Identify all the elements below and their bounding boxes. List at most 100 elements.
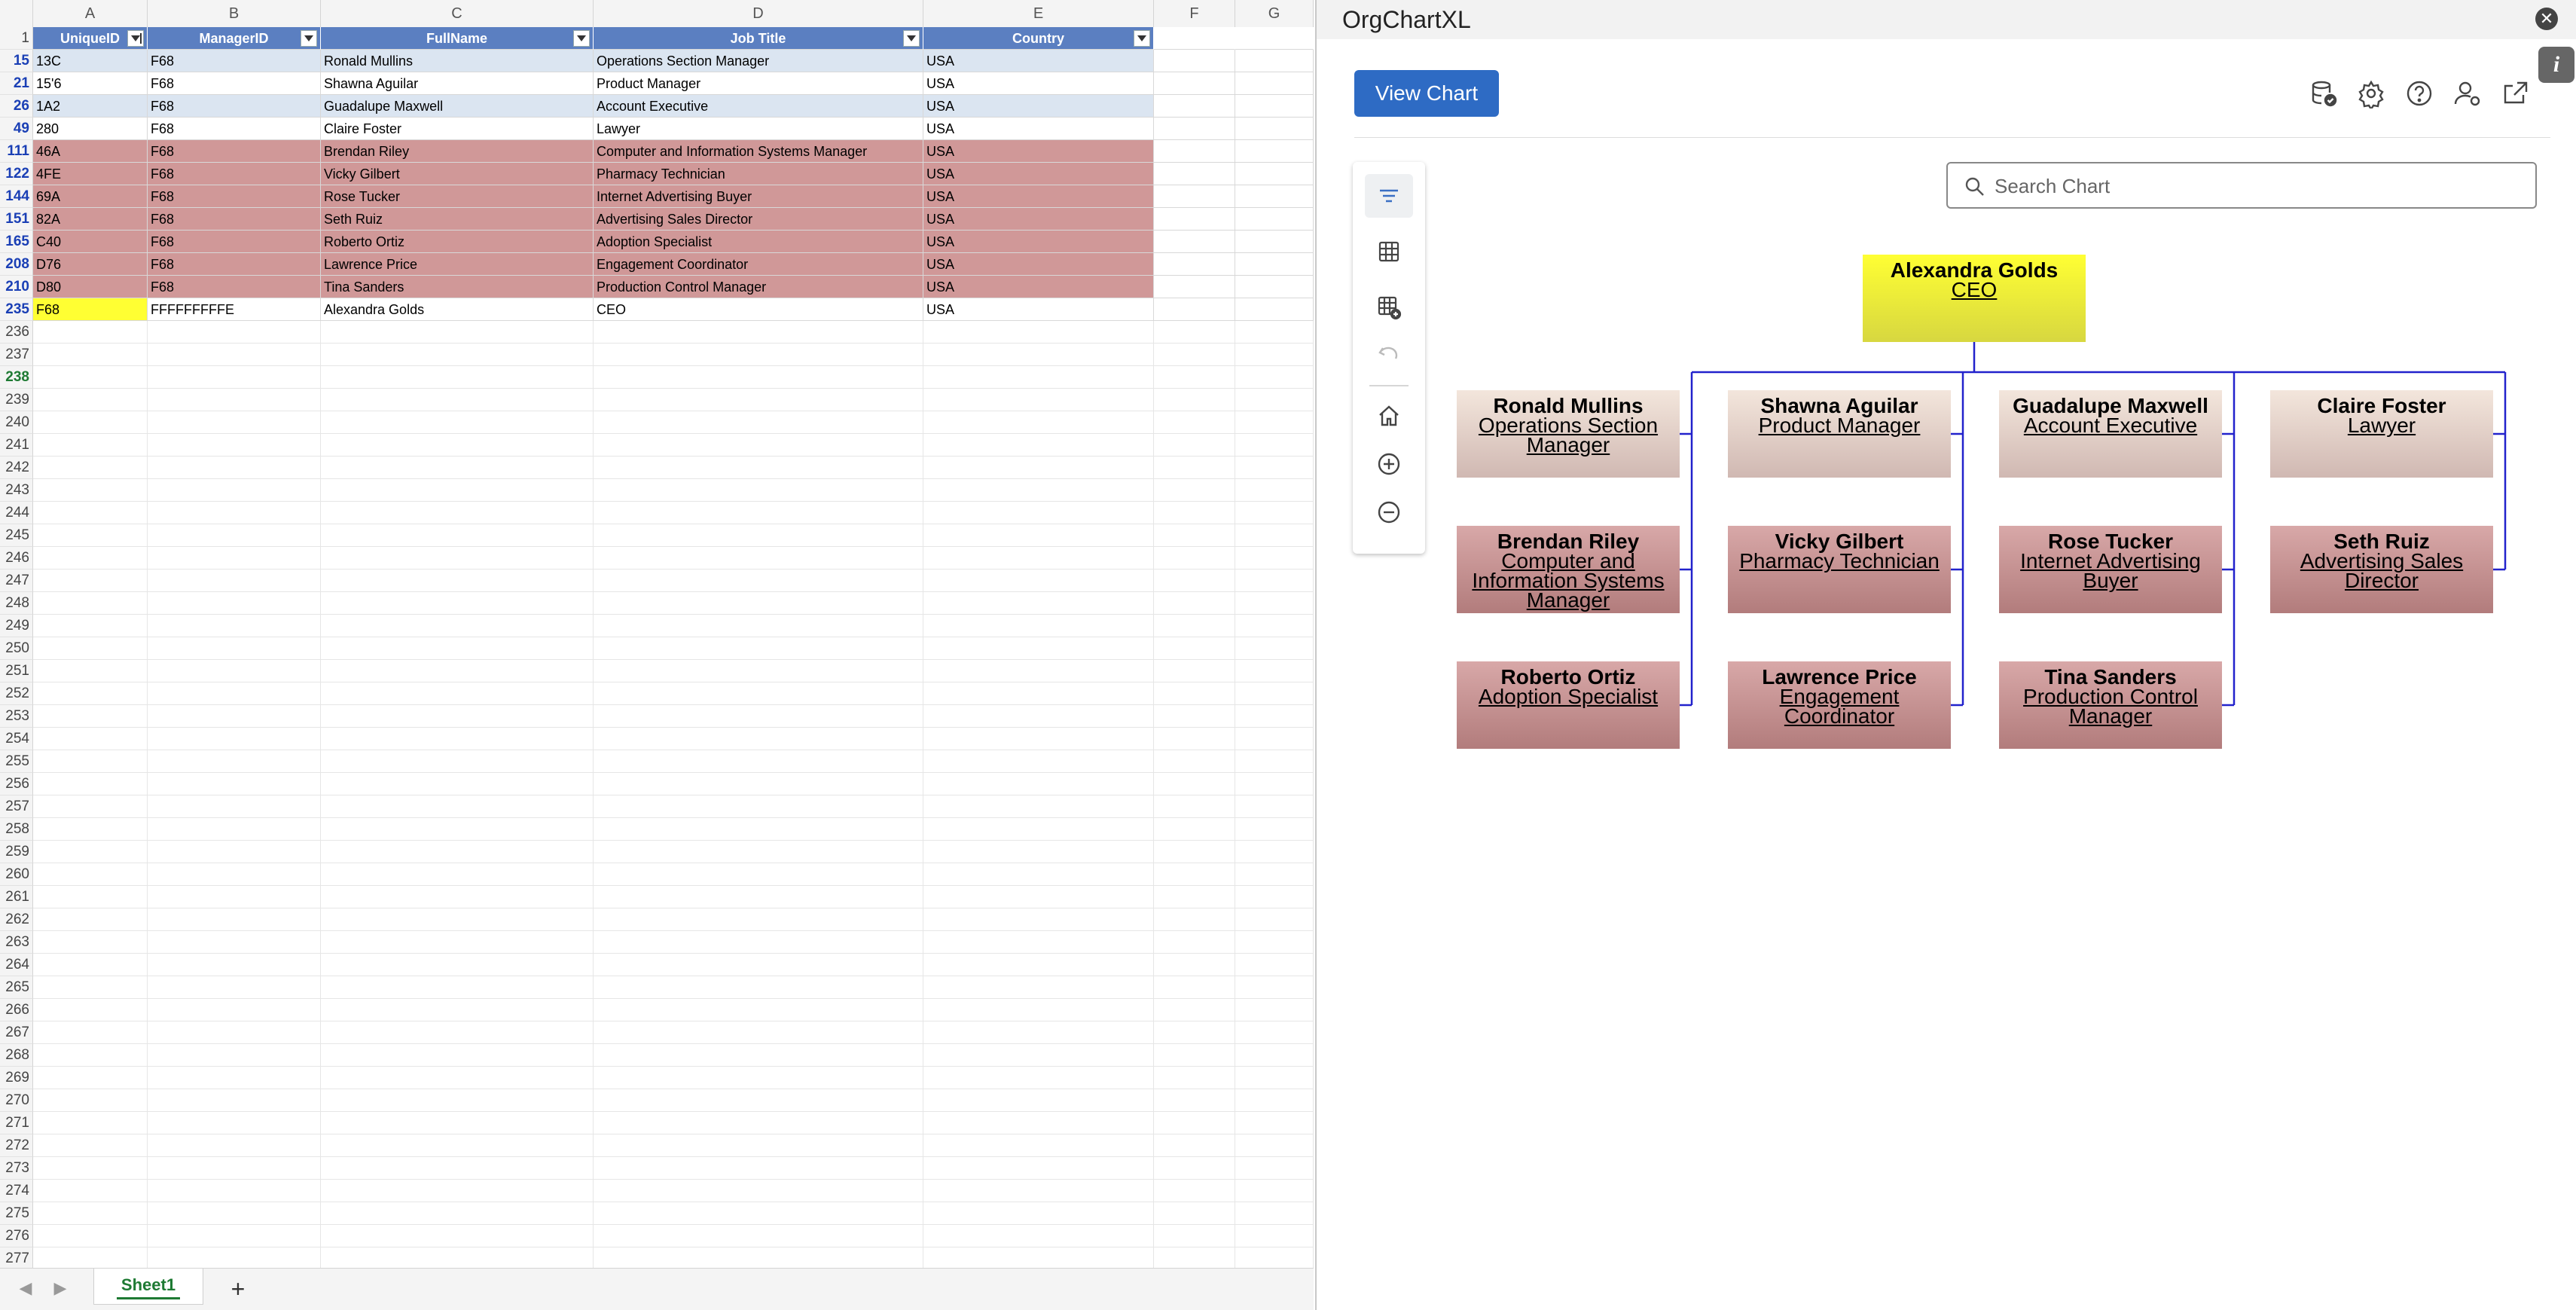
row-number[interactable]: 271 (0, 1112, 33, 1134)
row-number[interactable]: 244 (0, 502, 33, 524)
info-button[interactable]: i (2538, 47, 2574, 83)
cell[interactable] (594, 547, 923, 569)
cell[interactable] (1235, 637, 1314, 660)
cell[interactable] (923, 592, 1154, 615)
row-number[interactable]: 122 (0, 163, 33, 185)
close-pane-button[interactable]: ✕ (2535, 8, 2558, 30)
cell[interactable] (1154, 298, 1235, 321)
cell[interactable] (321, 660, 594, 682)
cell[interactable] (321, 728, 594, 750)
row-number[interactable]: 258 (0, 818, 33, 841)
cell[interactable] (1235, 728, 1314, 750)
cell[interactable] (1235, 27, 1314, 50)
org-node-report[interactable]: Brendan Riley Computer and Information Sy… (1457, 526, 1680, 613)
cell[interactable] (148, 1157, 321, 1180)
row-number[interactable]: 249 (0, 615, 33, 637)
row-number[interactable]: 208 (0, 253, 33, 276)
node-title-link[interactable]: Lawyer (2270, 415, 2493, 436)
row-number[interactable]: 238 (0, 366, 33, 389)
row-number[interactable]: 245 (0, 524, 33, 547)
cell[interactable] (33, 1112, 148, 1134)
cell[interactable] (321, 1044, 594, 1067)
cell[interactable] (321, 1089, 594, 1112)
cell[interactable] (1154, 118, 1235, 140)
select-all-corner[interactable] (0, 0, 33, 27)
cell[interactable] (33, 1044, 148, 1067)
cell[interactable] (594, 931, 923, 954)
cell[interactable] (1235, 185, 1314, 208)
cell[interactable] (148, 1247, 321, 1270)
row-number[interactable]: 263 (0, 931, 33, 954)
cell-title[interactable]: Adoption Specialist (594, 231, 923, 253)
cell[interactable] (1154, 434, 1235, 457)
cell-manager[interactable]: F68 (148, 163, 321, 185)
column-header-d[interactable]: D (594, 0, 923, 27)
cell[interactable] (33, 863, 148, 886)
cell-name[interactable]: Alexandra Golds (321, 298, 594, 321)
cell[interactable] (321, 389, 594, 411)
cell[interactable] (1154, 344, 1235, 366)
row-number[interactable]: 261 (0, 886, 33, 908)
cell[interactable] (923, 976, 1154, 999)
row-number[interactable]: 255 (0, 750, 33, 773)
cell[interactable] (1154, 795, 1235, 818)
cell[interactable] (148, 1089, 321, 1112)
cell[interactable] (594, 389, 923, 411)
row-number[interactable]: 21 (0, 72, 33, 95)
row-number[interactable]: 276 (0, 1225, 33, 1247)
cell-id[interactable]: 15'6 (33, 72, 148, 95)
cell[interactable] (321, 1180, 594, 1202)
cell[interactable] (1235, 1134, 1314, 1157)
cell[interactable] (33, 344, 148, 366)
cell-title[interactable]: Operations Section Manager (594, 50, 923, 72)
share-export-icon[interactable] (2501, 78, 2531, 108)
cell[interactable] (1154, 863, 1235, 886)
cell[interactable] (923, 705, 1154, 728)
cell-country[interactable]: USA (923, 50, 1154, 72)
cell[interactable] (1235, 524, 1314, 547)
cell[interactable] (148, 592, 321, 615)
cell[interactable] (148, 524, 321, 547)
cell[interactable] (1235, 841, 1314, 863)
filter-dropdown-icon[interactable] (903, 30, 920, 47)
cell-manager[interactable]: F68 (148, 50, 321, 72)
cell[interactable] (148, 1202, 321, 1225)
cell-name[interactable]: Seth Ruiz (321, 208, 594, 231)
row-number[interactable]: 273 (0, 1157, 33, 1180)
org-node-ceo[interactable]: Alexandra Golds CEO (1863, 255, 2086, 342)
org-node-report[interactable]: Rose Tucker Internet Advertising Buyer (1999, 526, 2222, 613)
cell[interactable] (1154, 1089, 1235, 1112)
cell[interactable] (923, 818, 1154, 841)
cell-country[interactable]: USA (923, 163, 1154, 185)
tab-scroll-left-icon[interactable]: ◀ (18, 1279, 33, 1297)
cell[interactable] (33, 569, 148, 592)
cell[interactable] (594, 660, 923, 682)
cell-country[interactable]: USA (923, 118, 1154, 140)
cell[interactable] (1235, 1044, 1314, 1067)
spreadsheet-grid[interactable]: A B C D E F G 1 UniqueID ManagerID FullN… (0, 0, 1314, 1310)
cell[interactable] (1154, 908, 1235, 931)
cell[interactable] (1154, 592, 1235, 615)
cell[interactable] (1154, 253, 1235, 276)
cell[interactable] (148, 479, 321, 502)
cell-manager[interactable]: F68 (148, 276, 321, 298)
cell-id[interactable]: 1A2 (33, 95, 148, 118)
cell[interactable] (33, 637, 148, 660)
cell[interactable] (594, 976, 923, 999)
cell[interactable] (321, 773, 594, 795)
cell[interactable] (33, 592, 148, 615)
row-number[interactable]: 242 (0, 457, 33, 479)
row-number[interactable]: 246 (0, 547, 33, 569)
cell[interactable] (923, 863, 1154, 886)
node-title-link[interactable]: Adoption Specialist (1457, 686, 1680, 707)
cell-title[interactable]: Lawyer (594, 118, 923, 140)
cell[interactable] (1154, 999, 1235, 1021)
cell[interactable] (923, 615, 1154, 637)
cell-id[interactable]: 13C (33, 50, 148, 72)
row-number[interactable]: 252 (0, 682, 33, 705)
cell[interactable] (594, 999, 923, 1021)
cell-country[interactable]: USA (923, 231, 1154, 253)
row-number[interactable]: 237 (0, 344, 33, 366)
cell[interactable] (148, 1134, 321, 1157)
cell[interactable] (1235, 253, 1314, 276)
